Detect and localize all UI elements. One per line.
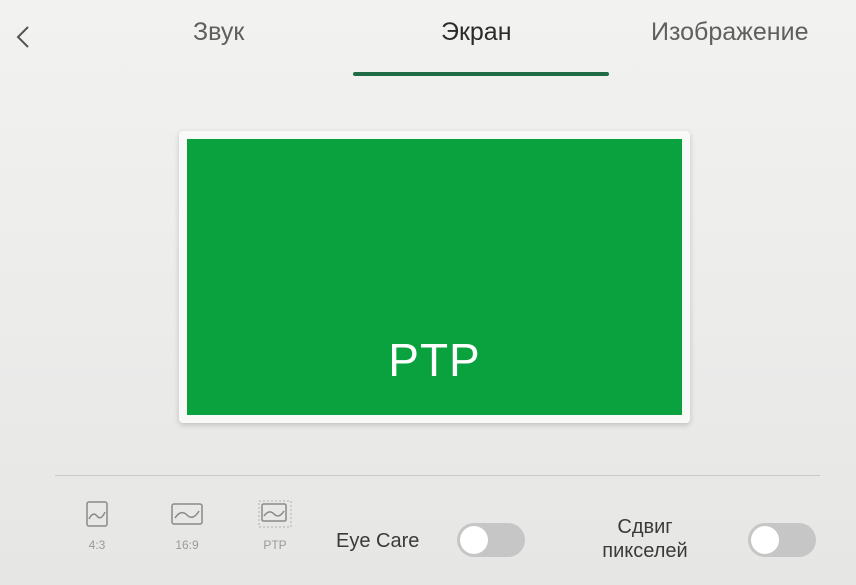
aspect-4-3-label: 4:3 xyxy=(88,538,106,552)
eye-care-label: Eye Care xyxy=(336,530,420,552)
aspect-ptp-button[interactable]: PTP xyxy=(245,500,305,552)
pixel-shift-label-line2: пикселей xyxy=(602,540,688,562)
aspect-ptp-icon xyxy=(258,500,292,528)
pixel-shift-label-line1: Сдвиг xyxy=(617,516,673,538)
tab-screen[interactable]: Экран xyxy=(441,18,512,47)
toggle-knob xyxy=(751,526,779,554)
back-button[interactable] xyxy=(10,20,36,54)
aspect-16-9-label: 16:9 xyxy=(175,538,199,552)
aspect-ptp-label: PTP xyxy=(263,538,287,552)
eye-care-toggle[interactable] xyxy=(457,523,525,557)
screen-preview: PTP xyxy=(179,131,690,423)
aspect-4-3-icon xyxy=(86,501,108,527)
toggle-knob xyxy=(460,526,488,554)
active-tab-indicator xyxy=(353,72,609,76)
aspect-16-9-icon xyxy=(171,503,203,525)
divider xyxy=(55,475,820,476)
aspect-4-3-button[interactable]: 4:3 xyxy=(67,500,127,552)
preview-screen-area: PTP xyxy=(187,139,682,415)
preview-mode-label: PTP xyxy=(388,334,481,386)
aspect-16-9-button[interactable]: 16:9 xyxy=(157,500,217,552)
pixel-shift-toggle[interactable] xyxy=(748,523,816,557)
pixel-shift-label: Сдвиг пикселей xyxy=(590,515,700,563)
tab-picture[interactable]: Изображение xyxy=(651,18,808,47)
chevron-left-icon xyxy=(16,26,29,48)
tab-sound[interactable]: Звук xyxy=(193,18,244,47)
